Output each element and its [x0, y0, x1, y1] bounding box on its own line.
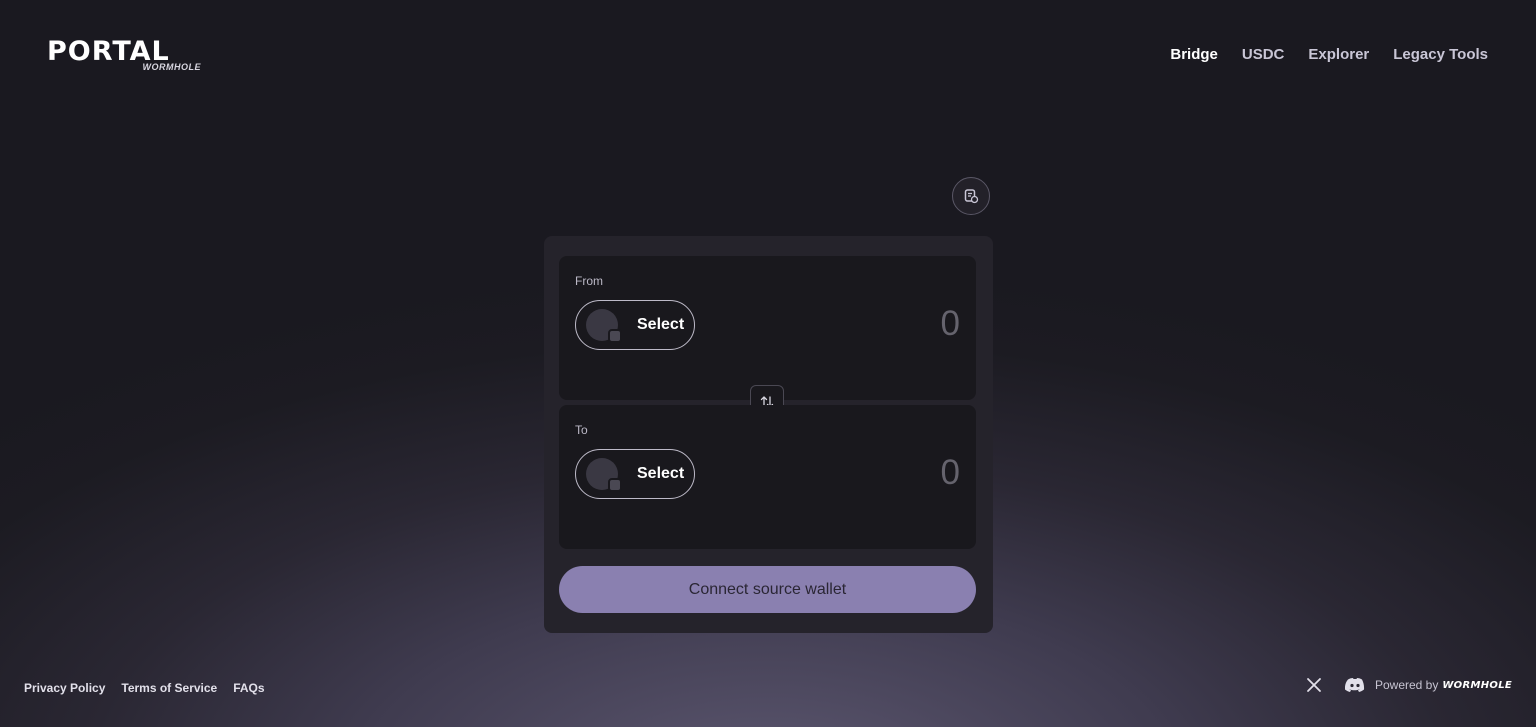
bridge-widget: From Select 0 To Select 0 Connect source…: [544, 236, 993, 633]
transaction-history-icon: [964, 189, 979, 204]
to-chain-select[interactable]: Select: [575, 449, 695, 499]
to-amount: 0: [940, 453, 960, 492]
connect-source-wallet-button[interactable]: Connect source wallet: [559, 566, 976, 613]
token-placeholder-icon: [608, 478, 622, 492]
powered-by-label: Powered by: [1374, 678, 1439, 692]
from-panel: From Select 0: [559, 256, 976, 400]
terms-of-service-link[interactable]: Terms of Service: [121, 681, 217, 695]
to-select-label: Select: [637, 465, 685, 482]
footer-right: Powered by WORMHOLE: [1305, 676, 1512, 694]
logo-subtitle: WORMHOLE: [142, 62, 201, 72]
wormhole-brand[interactable]: WORMHOLE: [1442, 680, 1512, 691]
x-icon[interactable]: [1305, 676, 1323, 694]
transaction-history-button[interactable]: [952, 177, 990, 215]
top-nav: Bridge USDC Explorer Legacy Tools: [1170, 46, 1488, 63]
nav-explorer[interactable]: Explorer: [1308, 46, 1369, 63]
logo-wordmark: PORTAL: [47, 36, 170, 67]
nav-usdc[interactable]: USDC: [1242, 46, 1285, 63]
discord-icon[interactable]: [1344, 677, 1365, 693]
from-chain-select[interactable]: Select: [575, 300, 695, 350]
nav-legacy-tools[interactable]: Legacy Tools: [1393, 46, 1488, 63]
chain-placeholder-icon: [586, 309, 622, 343]
nav-bridge[interactable]: Bridge: [1170, 46, 1218, 63]
privacy-policy-link[interactable]: Privacy Policy: [24, 681, 105, 695]
faqs-link[interactable]: FAQs: [233, 681, 264, 695]
token-placeholder-icon: [608, 329, 622, 343]
to-panel: To Select 0: [559, 405, 976, 549]
portal-logo[interactable]: PORTAL WORMHOLE: [47, 38, 203, 74]
from-select-label: Select: [637, 316, 685, 333]
from-amount[interactable]: 0: [941, 304, 960, 344]
chain-placeholder-icon: [586, 458, 622, 492]
to-label: To: [575, 423, 588, 437]
footer-links: Privacy Policy Terms of Service FAQs: [24, 681, 265, 695]
from-label: From: [575, 274, 603, 288]
